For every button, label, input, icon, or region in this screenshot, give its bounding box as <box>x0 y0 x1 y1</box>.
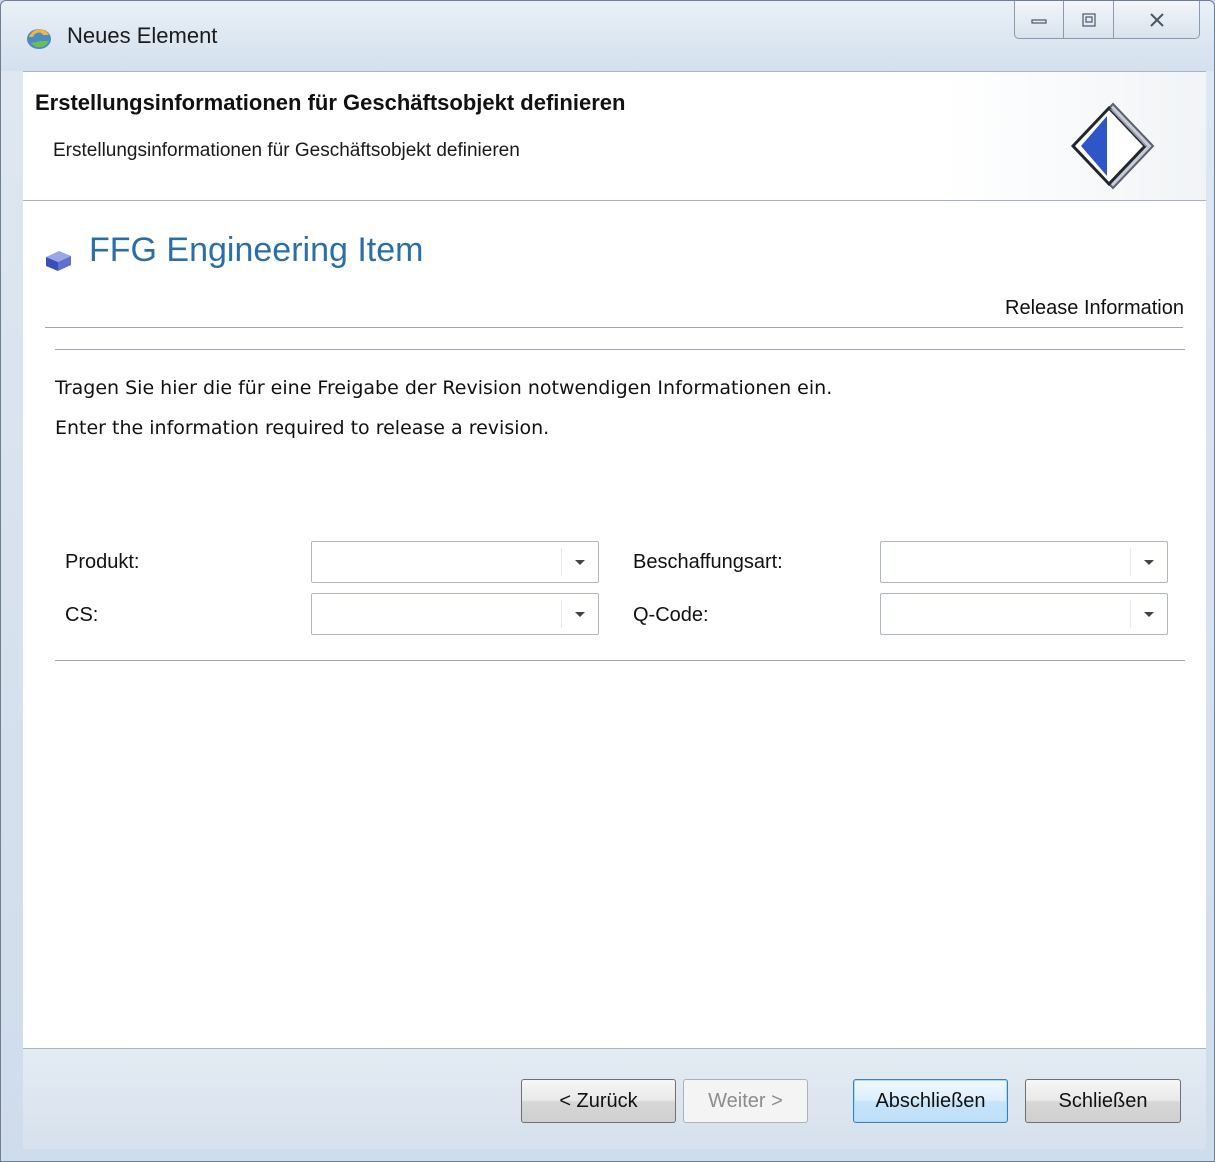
description-english: Enter the information required to releas… <box>55 417 550 439</box>
cube-icon <box>46 251 71 271</box>
next-button[interactable]: Weiter > <box>683 1079 808 1123</box>
object-type-title: FFG Engineering Item <box>89 231 424 269</box>
header-title: Erstellungsinformationen für Geschäftsob… <box>35 90 626 115</box>
produkt-label: Produkt: <box>65 551 140 573</box>
q-code-combobox[interactable] <box>880 593 1168 635</box>
produkt-combobox[interactable] <box>311 541 599 583</box>
beschaffungsart-label: Beschaffungsart: <box>633 551 783 573</box>
form-top-divider <box>55 349 1185 350</box>
beschaffungsart-combobox[interactable] <box>880 541 1168 583</box>
finish-button[interactable]: Abschließen <box>853 1079 1008 1123</box>
close-icon <box>1149 12 1164 27</box>
back-button[interactable]: < Zurück <box>521 1079 676 1123</box>
wizard-footer: < Zurück Weiter > Abschließen Schließen <box>23 1049 1206 1149</box>
form-bottom-divider <box>55 660 1185 661</box>
header-subtitle: Erstellungsinformationen für Geschäftsob… <box>53 140 520 161</box>
chevron-down-icon[interactable] <box>1131 542 1167 582</box>
cs-label: CS: <box>65 604 99 626</box>
wizard-header: Erstellungsinformationen für Geschäftsob… <box>23 71 1206 201</box>
wizard-content: FFG Engineering Item Release Information… <box>23 201 1206 1049</box>
section-divider <box>45 327 1183 328</box>
minimize-icon <box>1031 18 1047 24</box>
chevron-down-icon[interactable] <box>1131 594 1167 634</box>
minimize-button[interactable] <box>1014 1 1064 39</box>
maximize-icon <box>1081 12 1096 27</box>
chevron-down-icon[interactable] <box>562 542 598 582</box>
wizard-diamond-icon <box>1070 102 1155 190</box>
close-button[interactable] <box>1114 1 1200 39</box>
cs-combobox[interactable] <box>311 593 599 635</box>
chevron-down-icon[interactable] <box>562 594 598 634</box>
app-icon <box>27 29 51 49</box>
title-bar[interactable]: Neues Element <box>1 1 1214 71</box>
close-dialog-button[interactable]: Schließen <box>1025 1079 1181 1123</box>
q-code-label: Q-Code: <box>633 604 709 626</box>
section-label: Release Information <box>1005 297 1184 319</box>
description-german: Tragen Sie hier die für eine Freigabe de… <box>55 377 833 399</box>
window-title: Neues Element <box>67 23 218 48</box>
maximize-button[interactable] <box>1064 1 1114 39</box>
dialog-window: Neues Element Erstellungsinformationen f… <box>0 0 1215 1162</box>
window-controls <box>1014 1 1200 39</box>
